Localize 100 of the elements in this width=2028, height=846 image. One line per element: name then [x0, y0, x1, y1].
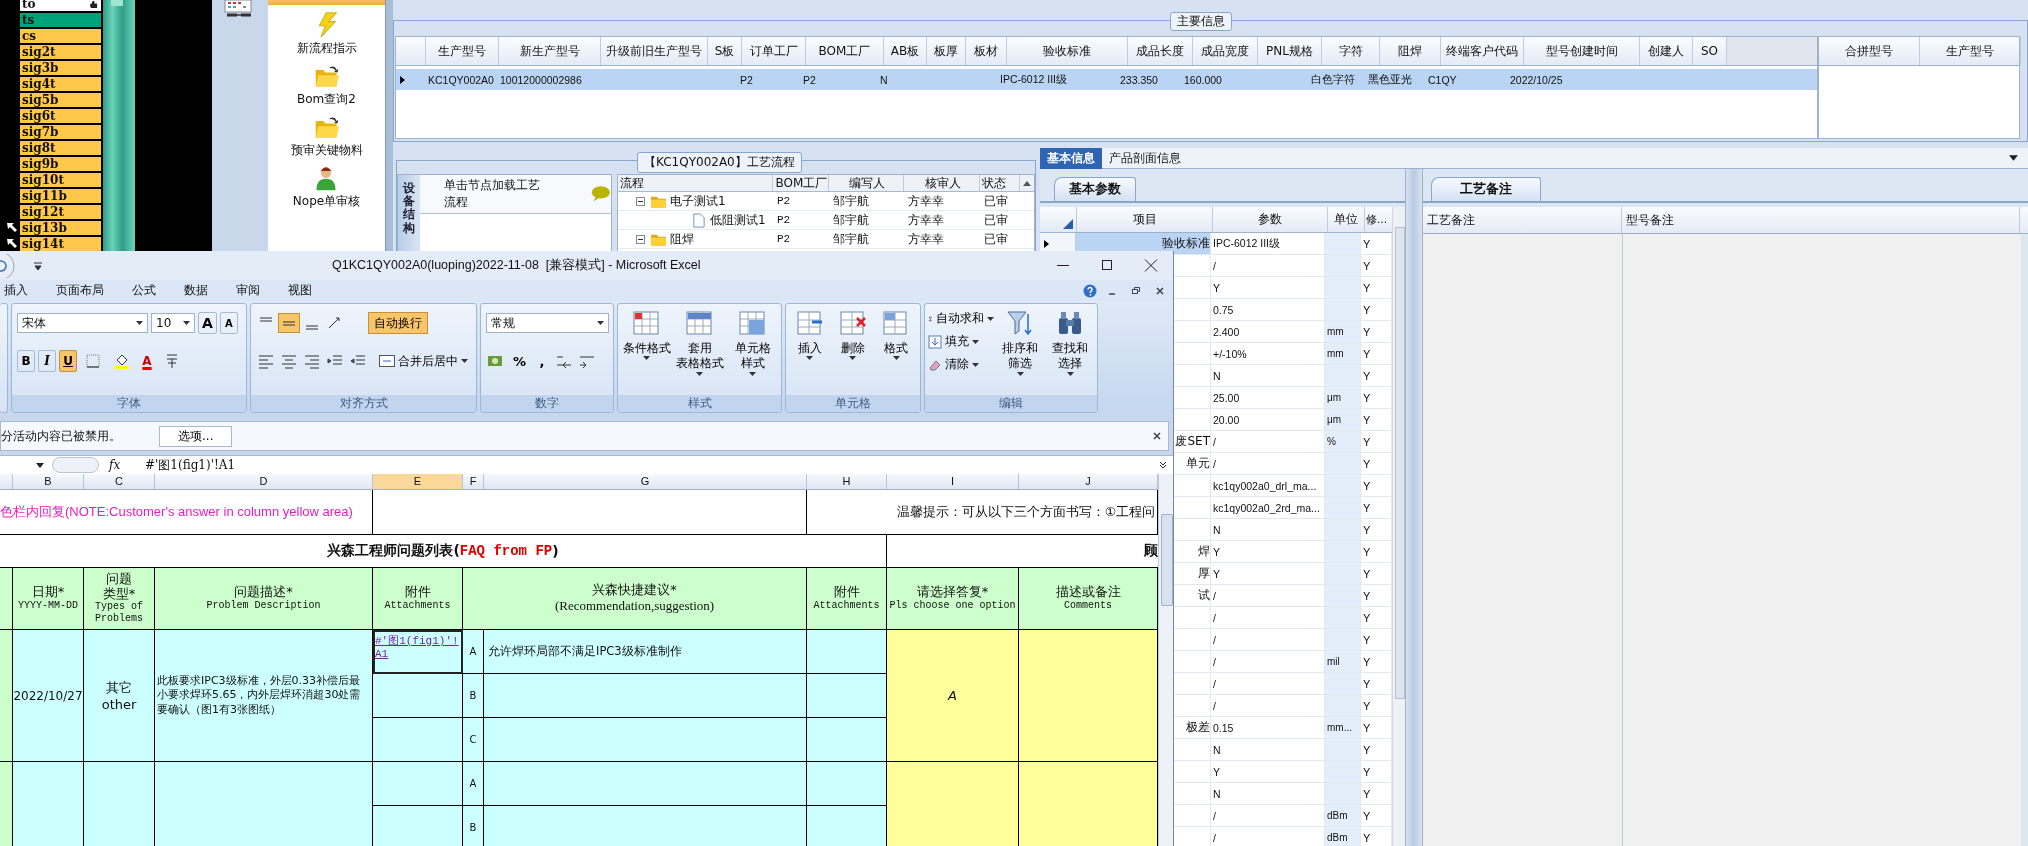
signal-item[interactable]: sig8t [20, 141, 101, 155]
caret-icon[interactable] [892, 356, 900, 361]
ribbon-tab[interactable]: 审阅 [236, 282, 260, 299]
grow-font-button[interactable]: A [198, 312, 217, 334]
ribbon-tab[interactable]: 页面布局 [56, 282, 104, 299]
column-header[interactable]: 型号备注 [1622, 207, 2020, 233]
column-header[interactable]: H [807, 474, 887, 489]
tab[interactable]: 基本信息 [1040, 147, 1102, 169]
ribbon-button[interactable]: 清除 [928, 354, 994, 375]
restore-icon[interactable] [1131, 285, 1141, 296]
attachment-link[interactable]: #'图1(fig1)'!A1 [375, 633, 460, 660]
column-header[interactable]: 流程 [618, 175, 773, 191]
column-header[interactable]: E [373, 474, 463, 489]
align-icon[interactable] [279, 314, 299, 332]
column-header[interactable]: 板材 [966, 37, 1007, 65]
expand-icon[interactable] [1158, 460, 1168, 470]
column-header[interactable]: 核审人 [904, 175, 980, 191]
column-header[interactable]: 字符 [1322, 37, 1380, 65]
merge-icon[interactable] [379, 355, 395, 367]
border-icon[interactable] [85, 353, 101, 369]
caret-icon[interactable] [461, 359, 468, 363]
signal-item[interactable]: sig2t [20, 45, 101, 59]
column-header[interactable]: 升级前旧生产型号 [601, 37, 708, 65]
column-header[interactable]: I [887, 474, 1019, 489]
column-header[interactable]: F [463, 474, 484, 489]
fill-down-icon[interactable] [928, 334, 942, 349]
font-name-field[interactable]: 宋体 [17, 313, 148, 333]
ribbon-button[interactable]: 插入 [789, 308, 831, 390]
caret-icon[interactable] [749, 371, 756, 376]
caret-icon[interactable] [1066, 371, 1074, 376]
caret-icon[interactable] [1016, 371, 1024, 376]
column-header[interactable]: 状态 [980, 175, 1020, 191]
close-icon[interactable] [1155, 285, 1165, 296]
column-header[interactable]: 生产型号 [426, 37, 499, 65]
signal-item[interactable]: sig9b [20, 157, 101, 171]
caret-icon[interactable] [36, 462, 44, 468]
ribbon-button[interactable]: 排序和 筛选 [996, 308, 1044, 390]
insert-function-button[interactable]: fx [109, 458, 137, 472]
answer-cell[interactable] [1019, 762, 1158, 846]
ribbon-tab[interactable]: 公式 [132, 282, 156, 299]
column-header[interactable]: B [13, 474, 84, 489]
wrap-text-button[interactable]: 自动换行 [368, 312, 428, 334]
column-header[interactable]: 参数 [1213, 207, 1328, 232]
merge-button[interactable]: 合并后居中 [379, 350, 468, 372]
caret-icon[interactable] [849, 356, 857, 361]
signal-item[interactable]: to [20, 0, 101, 11]
column-header[interactable]: G [484, 474, 807, 489]
column-header[interactable]: 订单工厂 [742, 37, 806, 65]
collapse-icon[interactable] [636, 234, 645, 244]
close-icon[interactable] [1152, 431, 1162, 441]
sidebar-label[interactable]: 预审关键物料 [290, 142, 363, 159]
splitter-handle[interactable] [1405, 169, 1423, 846]
column-header[interactable]: 工艺备注 [1423, 207, 1622, 233]
signal-item[interactable]: sig6t [20, 109, 101, 123]
column-header[interactable]: 合拼型号 [1819, 37, 1920, 65]
fill-color-icon[interactable] [114, 353, 130, 369]
answer-cell[interactable]: A [887, 630, 1019, 762]
caret-icon[interactable] [136, 321, 143, 325]
signal-item[interactable]: sig4t [20, 77, 101, 91]
column-header[interactable]: 编写人 [829, 175, 904, 191]
vertical-tab[interactable]: 设备结构 [398, 175, 420, 251]
ribbon-button[interactable]: 格式 [875, 308, 917, 390]
tab[interactable]: 基本参数 [1054, 177, 1136, 201]
help-icon[interactable] [1083, 283, 1097, 298]
ribbon-tab[interactable]: 插入 [4, 282, 28, 299]
ribbon-button[interactable]: 填充 [928, 331, 994, 352]
scrollbar[interactable] [1158, 474, 1173, 846]
ribbon-button[interactable]: 查找和 选择 [1046, 308, 1094, 390]
align-icon[interactable] [279, 352, 299, 370]
caret-icon[interactable] [34, 261, 42, 270]
caret-icon[interactable] [643, 356, 650, 361]
column-header[interactable]: 项目 [1077, 207, 1213, 232]
answer-cell[interactable] [1019, 630, 1158, 762]
caret-icon[interactable] [183, 321, 190, 325]
percent-button[interactable]: % [509, 350, 531, 372]
signal-item[interactable]: sig13b [20, 221, 101, 235]
signal-item[interactable]: sig12t [20, 205, 101, 219]
sidebar-label[interactable]: Bom查询2 [297, 91, 356, 108]
shrink-font-button[interactable]: A [219, 312, 238, 334]
column-header[interactable]: 成品长度 [1128, 37, 1193, 65]
caret-icon[interactable] [972, 362, 979, 367]
ribbon-button[interactable]: 单元格 样式 [727, 308, 778, 390]
collapse-icon[interactable] [636, 196, 645, 206]
signal-item[interactable]: sig11b [20, 189, 101, 203]
caret-icon[interactable] [597, 321, 604, 325]
caret-icon[interactable] [987, 316, 994, 321]
signal-item[interactable]: cs [20, 29, 101, 43]
ribbon-button[interactable]: 自动求和 [928, 308, 994, 329]
signal-item[interactable]: sig10t [20, 173, 101, 187]
format-button[interactable]: B [17, 350, 35, 372]
column-header[interactable]: S板 [708, 37, 742, 65]
column-header[interactable]: 阻焊 [1380, 37, 1441, 65]
column-header[interactable]: 板厚 [927, 37, 966, 65]
font-size-field[interactable]: 10 [151, 313, 195, 333]
column-header[interactable]: 单位 [1328, 207, 1365, 232]
caret-icon[interactable] [972, 339, 979, 344]
column-header[interactable]: 型号创建时间 [1524, 37, 1640, 65]
tree-node[interactable]: 阻焊 [670, 230, 694, 248]
folder-icon[interactable] [313, 114, 340, 140]
column-header[interactable]: AB板 [884, 37, 927, 65]
